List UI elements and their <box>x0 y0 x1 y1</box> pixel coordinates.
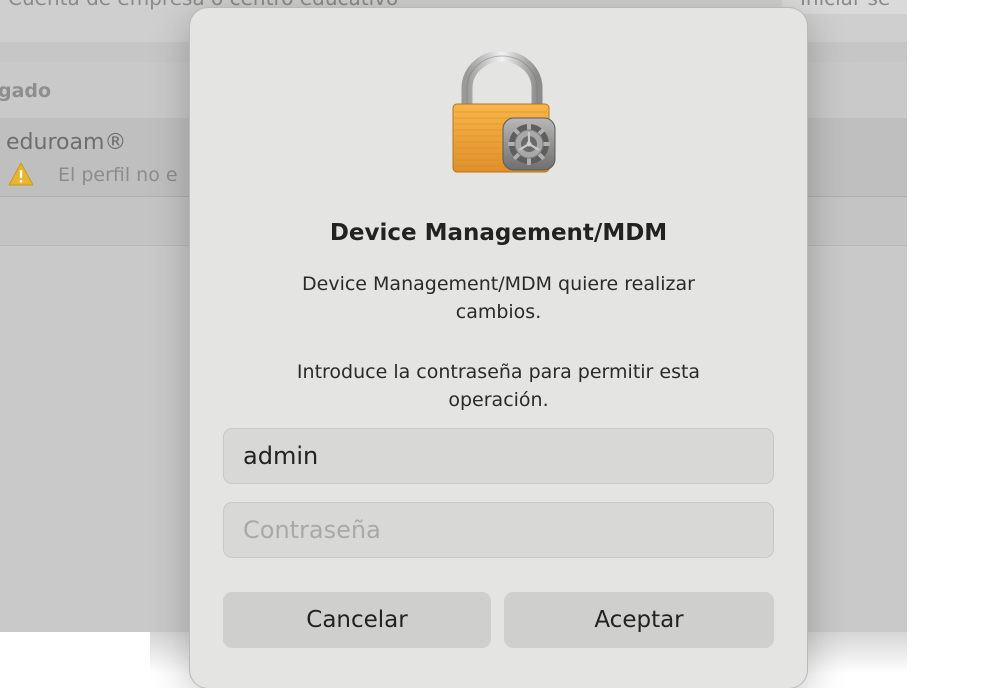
cancel-button[interactable]: Cancelar <box>223 592 491 648</box>
background-section-label: gado <box>0 80 52 102</box>
warning-icon <box>8 162 34 186</box>
dialog-title: Device Management/MDM <box>329 220 668 246</box>
username-field[interactable] <box>223 428 774 484</box>
profile-status: El perfil no e <box>58 164 178 186</box>
profile-name: eduroam® <box>6 130 127 155</box>
password-field[interactable] <box>223 502 774 558</box>
authentication-dialog: Device Management/MDM Device Management/… <box>190 8 807 688</box>
lock-with-gear-icon <box>452 52 556 173</box>
dialog-message: Device Management/MDM quiere realizar ca… <box>302 273 695 323</box>
accept-button[interactable]: Aceptar <box>504 592 774 648</box>
dialog-prompt: Introduce la contraseña para permitir es… <box>296 361 701 411</box>
